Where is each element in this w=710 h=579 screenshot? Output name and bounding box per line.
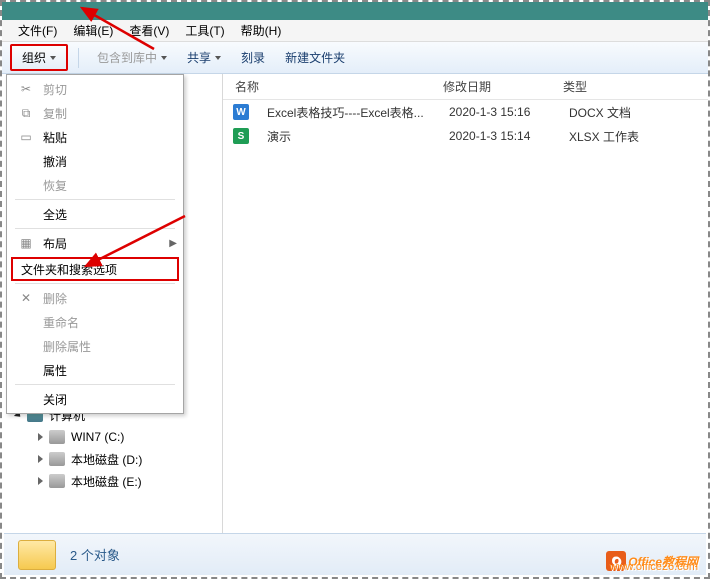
drive-icon	[49, 452, 65, 466]
menu-file[interactable]: 文件(F)	[10, 22, 65, 39]
cut-icon: ✂	[17, 82, 35, 96]
menu-undo[interactable]: 撤消	[9, 149, 181, 173]
list-item[interactable]: S 演示 2020-1-3 15:14 XLSX 工作表	[223, 124, 708, 148]
expand-toggle-icon[interactable]	[38, 455, 43, 463]
layout-icon: ▦	[17, 236, 35, 250]
annotation-arrow	[74, 4, 164, 54]
watermark: O Office教程网 www.office26.com	[606, 551, 698, 571]
copy-icon: ⧉	[17, 106, 35, 121]
menu-properties[interactable]: 属性	[9, 358, 181, 382]
organize-label: 组织	[22, 49, 46, 66]
drive-icon	[49, 474, 65, 488]
chevron-down-icon	[50, 56, 56, 60]
share-button[interactable]: 共享	[179, 49, 229, 66]
docx-file-icon: W	[233, 104, 249, 120]
status-text: 2 个对象	[70, 545, 120, 564]
col-date-header[interactable]: 修改日期	[443, 78, 563, 95]
file-list: 名称 修改日期 类型 W Excel表格技巧----Excel表格... 202…	[223, 74, 708, 534]
new-folder-button[interactable]: 新建文件夹	[277, 49, 353, 66]
drive-icon	[49, 430, 65, 444]
nav-pane: ✂剪切 ⧉复制 ▭粘贴 撤消 恢复 全选 ▦布局▶ 文件夹和搜索选项 ✕删除 重…	[2, 74, 222, 534]
menu-help[interactable]: 帮助(H)	[233, 22, 290, 39]
folder-icon	[18, 540, 56, 570]
burn-button[interactable]: 刻录	[233, 49, 273, 66]
organize-button[interactable]: 组织	[10, 44, 68, 71]
col-name-header[interactable]: 名称	[223, 78, 443, 95]
expand-toggle-icon[interactable]	[38, 433, 43, 441]
menu-remove-properties[interactable]: 删除属性	[9, 334, 181, 358]
menu-redo[interactable]: 恢复	[9, 173, 181, 197]
separator	[15, 283, 175, 284]
menu-rename[interactable]: 重命名	[9, 310, 181, 334]
expand-toggle-icon[interactable]	[38, 477, 43, 485]
status-bar: 2 个对象	[4, 533, 706, 575]
tree-drive-e[interactable]: 本地磁盘 (E:)	[12, 470, 212, 492]
menu-delete[interactable]: ✕删除	[9, 286, 181, 310]
tree-drive-d[interactable]: 本地磁盘 (D:)	[12, 448, 212, 470]
annotation-arrow	[80, 214, 190, 274]
menu-paste[interactable]: ▭粘贴	[9, 125, 181, 149]
menu-tools[interactable]: 工具(T)	[177, 22, 232, 39]
paste-icon: ▭	[17, 130, 35, 144]
nav-tree: 计算机 WIN7 (C:) 本地磁盘 (D:) 本地磁盘 (E:)	[12, 404, 212, 492]
chevron-down-icon	[215, 56, 221, 60]
xlsx-file-icon: S	[233, 128, 249, 144]
content-area: ✂剪切 ⧉复制 ▭粘贴 撤消 恢复 全选 ▦布局▶ 文件夹和搜索选项 ✕删除 重…	[2, 74, 708, 534]
menu-copy[interactable]: ⧉复制	[9, 101, 181, 125]
chevron-down-icon	[161, 56, 167, 60]
tree-drive-c[interactable]: WIN7 (C:)	[12, 426, 212, 448]
delete-icon: ✕	[17, 291, 35, 305]
separator	[15, 384, 175, 385]
menu-cut[interactable]: ✂剪切	[9, 77, 181, 101]
col-type-header[interactable]: 类型	[563, 78, 683, 95]
list-item[interactable]: W Excel表格技巧----Excel表格... 2020-1-3 15:16…	[223, 100, 708, 124]
separator	[15, 199, 175, 200]
column-headers: 名称 修改日期 类型	[223, 74, 708, 100]
menu-close[interactable]: 关闭	[9, 387, 181, 411]
